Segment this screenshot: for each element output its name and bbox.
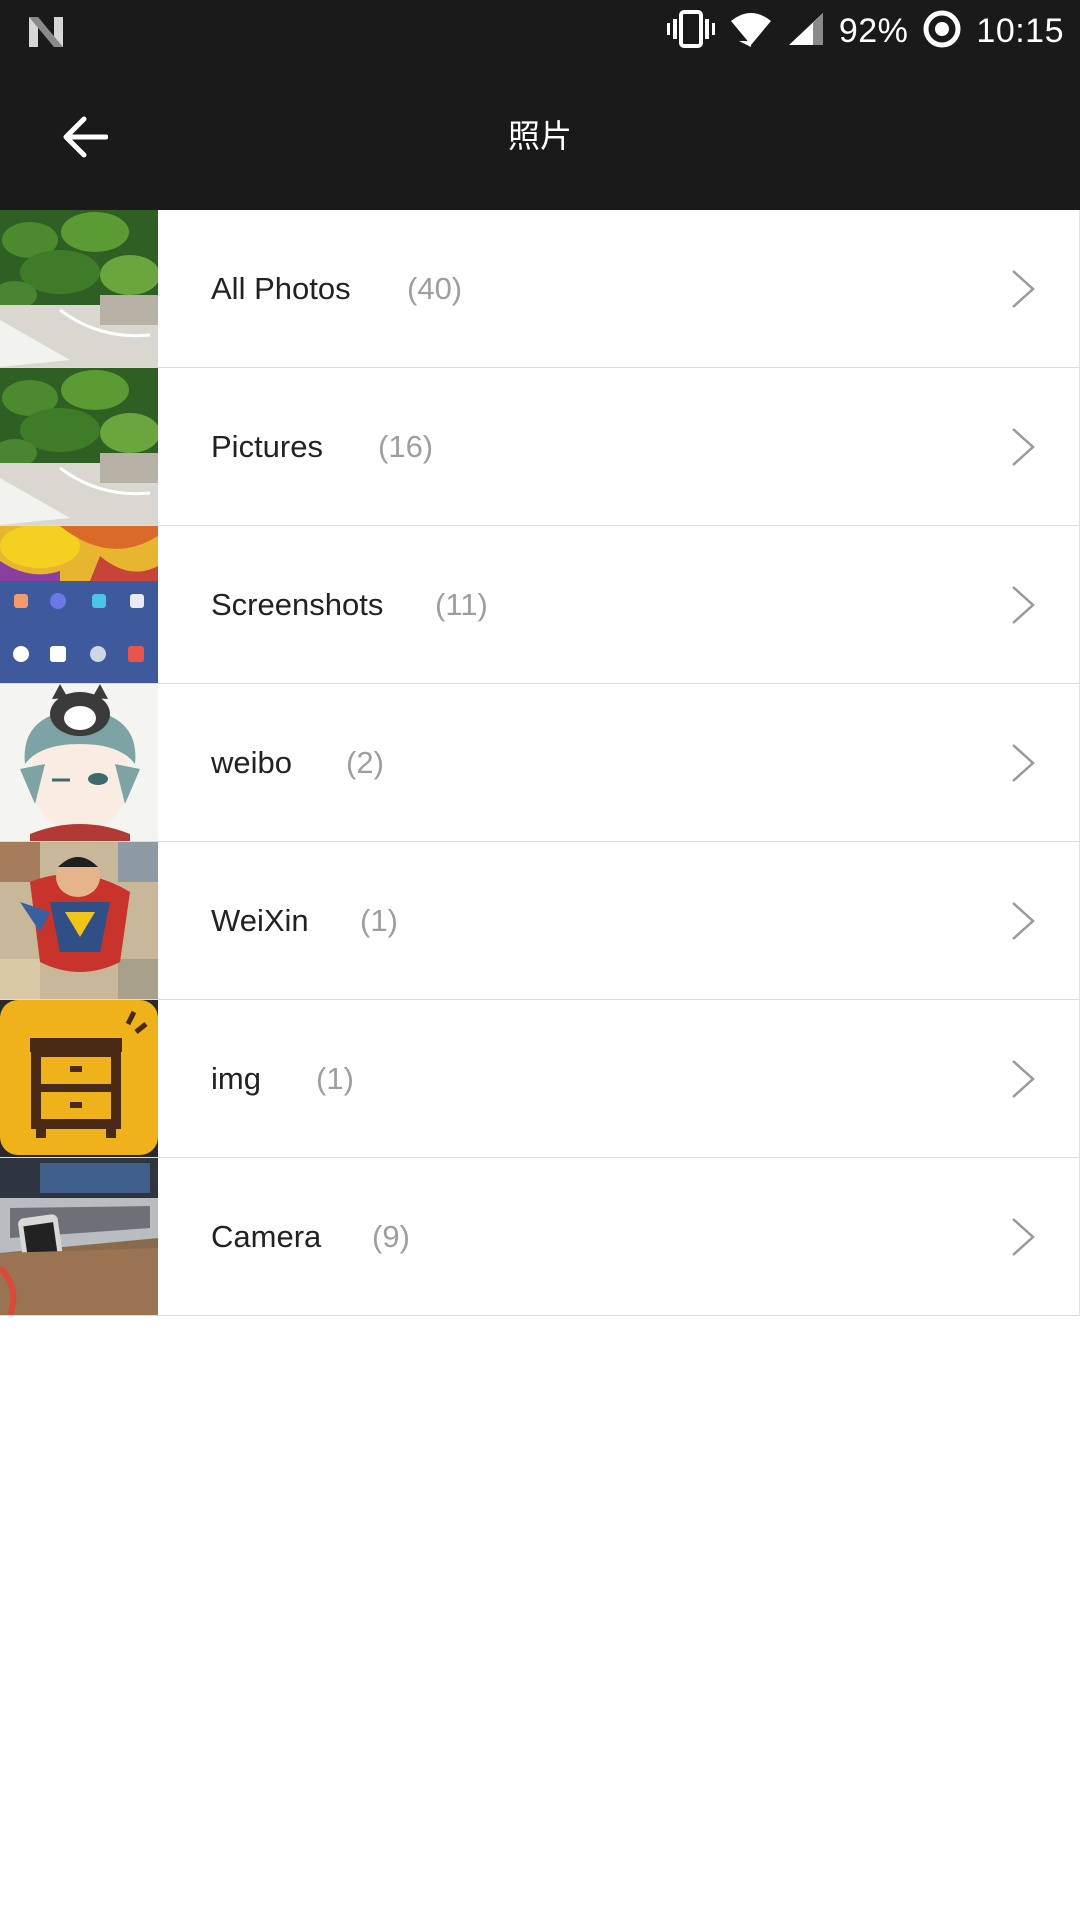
album-row-weibo[interactable]: weibo (2) xyxy=(0,684,1079,842)
album-row-pictures[interactable]: Pictures (16) xyxy=(0,368,1079,526)
album-count: (16) xyxy=(378,429,434,464)
signal-icon xyxy=(787,11,825,52)
battery-percentage: 92% xyxy=(838,12,909,50)
album-name: Camera xyxy=(211,1219,322,1254)
album-thumbnail xyxy=(0,210,158,367)
album-thumbnail xyxy=(0,1000,158,1157)
clock: 10:15 xyxy=(976,12,1064,50)
album-count: (11) xyxy=(435,587,488,622)
album-name: Screenshots xyxy=(211,587,384,622)
album-thumbnail xyxy=(0,368,158,525)
album-thumbnail xyxy=(0,684,158,841)
album-row-camera[interactable]: Camera (9) xyxy=(0,1158,1079,1316)
status-bar: 92% 10:15 xyxy=(0,0,1080,63)
album-thumbnail xyxy=(0,526,158,683)
album-name: weibo xyxy=(211,745,292,780)
album-name: WeiXin xyxy=(211,903,309,938)
album-name: Pictures xyxy=(211,429,323,464)
page-title: 照片 xyxy=(507,117,572,155)
album-count: (1) xyxy=(360,903,398,938)
chevron-right-icon xyxy=(1012,744,1035,782)
chevron-right-icon xyxy=(1012,1218,1035,1256)
arrow-left-icon xyxy=(63,116,108,158)
album-row-img[interactable]: img (1) xyxy=(0,1000,1079,1158)
album-row-weixin[interactable]: WeiXin (1) xyxy=(0,842,1079,1000)
chevron-right-icon xyxy=(1012,586,1035,624)
album-row-screenshots[interactable]: Screenshots (11) xyxy=(0,526,1079,684)
back-button[interactable] xyxy=(50,107,120,167)
app-bar: 照片 xyxy=(0,63,1080,210)
album-row-all-photos[interactable]: All Photos (40) xyxy=(0,210,1079,368)
album-name: img xyxy=(211,1061,261,1096)
album-count: (1) xyxy=(316,1061,354,1096)
status-icons: 92% 10:15 xyxy=(666,0,1064,63)
chevron-right-icon xyxy=(1012,1060,1035,1098)
chevron-right-icon xyxy=(1012,428,1035,466)
album-name: All Photos xyxy=(211,271,351,306)
vibrate-icon xyxy=(666,9,715,54)
chevron-right-icon xyxy=(1012,902,1035,940)
data-saver-icon xyxy=(922,9,962,54)
album-count: (2) xyxy=(346,745,384,780)
wifi-icon xyxy=(729,11,773,52)
album-thumbnail xyxy=(0,1158,158,1315)
album-list: All Photos (40) Pictures (16) Screenshot… xyxy=(0,210,1080,1316)
notification-n-icon xyxy=(26,14,66,50)
album-count: (9) xyxy=(372,1219,410,1254)
chevron-right-icon xyxy=(1012,270,1035,308)
album-thumbnail xyxy=(0,842,158,999)
album-count: (40) xyxy=(407,271,463,306)
